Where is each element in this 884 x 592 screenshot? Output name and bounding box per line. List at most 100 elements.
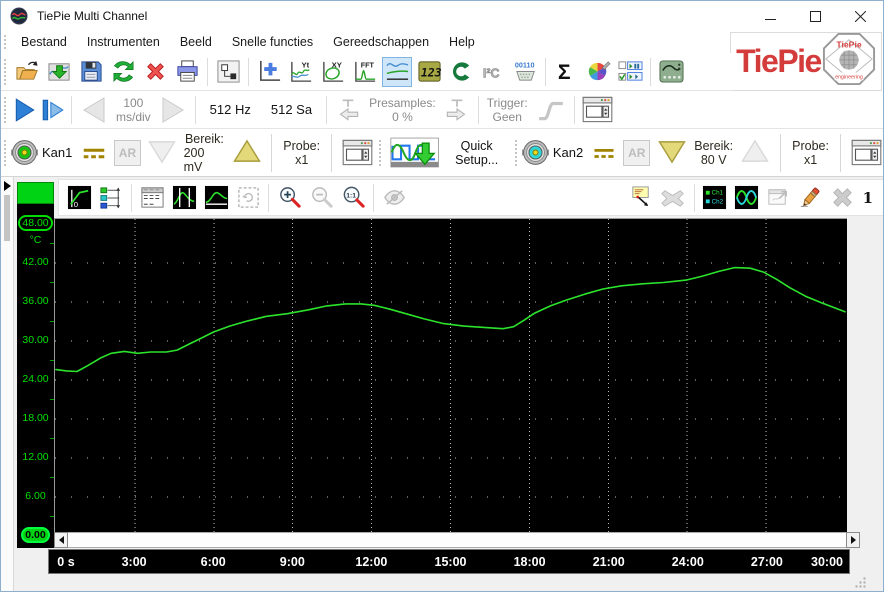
value-table-button[interactable] bbox=[137, 183, 167, 213]
print-button[interactable] bbox=[172, 57, 202, 87]
kan2-range[interactable]: Bereik: 80 V bbox=[694, 139, 733, 167]
fft-graph-button[interactable]: FFT bbox=[350, 57, 380, 87]
maximize-button[interactable] bbox=[793, 1, 838, 31]
x-axis-label: 21:00 bbox=[592, 554, 625, 569]
kan2-range-down-button[interactable] bbox=[656, 139, 688, 166]
minimize-button[interactable] bbox=[748, 1, 793, 31]
add-comment-button[interactable] bbox=[627, 183, 657, 213]
kan1-probe-value: x1 bbox=[295, 152, 309, 167]
timebase-setting[interactable]: 100 ms/div bbox=[116, 96, 151, 124]
graph-plot-area[interactable] bbox=[54, 218, 847, 532]
y-axis-unit: °C bbox=[29, 234, 42, 246]
measure-instrument-button[interactable] bbox=[656, 57, 686, 87]
trigger-label: Trigger: bbox=[486, 95, 528, 110]
menu-snelle-functies[interactable]: Snelle functies bbox=[222, 33, 323, 51]
i2c-monitor-button[interactable]: I²C bbox=[478, 57, 508, 87]
menu-instrumenten[interactable]: Instrumenten bbox=[77, 33, 170, 51]
kan1-range-up-button[interactable] bbox=[231, 139, 262, 166]
toolbar-grip[interactable] bbox=[4, 35, 7, 49]
channel-toolbar: Kan1 AR Bereik: 200 mV Probe: x1 Quick S… bbox=[1, 129, 883, 177]
add-graph-button[interactable] bbox=[254, 57, 284, 87]
x-axis-label: 24:00 bbox=[671, 554, 704, 569]
eraser-button[interactable] bbox=[796, 183, 826, 213]
toolbar-grip[interactable] bbox=[379, 139, 382, 166]
yt-graph-button[interactable]: Yt bbox=[286, 57, 316, 87]
trigger-value: Geen bbox=[492, 109, 522, 124]
kan1-label[interactable]: Kan1 bbox=[42, 145, 72, 160]
window-resize-grip[interactable] bbox=[854, 576, 867, 591]
kan2-probe[interactable]: Probe: x1 bbox=[792, 139, 829, 167]
axis-zero-button[interactable]: 0 bbox=[64, 183, 94, 213]
splitter-handle-icon[interactable] bbox=[4, 195, 10, 241]
tiepie-badge-icon: TiePie engineering bbox=[822, 32, 876, 91]
axis-color-indicator[interactable] bbox=[17, 182, 54, 204]
xy-graph-button[interactable]: XY bbox=[318, 57, 348, 87]
selection-zoom-button bbox=[233, 183, 263, 213]
color-settings-button[interactable] bbox=[583, 57, 613, 87]
instrument-settings-button[interactable] bbox=[581, 95, 614, 124]
channel-offsets-button[interactable] bbox=[96, 183, 126, 213]
trace-colors-button[interactable] bbox=[732, 183, 762, 213]
object-tree-button[interactable] bbox=[213, 57, 243, 87]
sigma-functions-button[interactable]: Σ bbox=[551, 57, 581, 87]
kan1-probe[interactable]: Probe: x1 bbox=[283, 139, 320, 167]
presamples-setting[interactable]: Presamples: 0 % bbox=[369, 96, 436, 124]
left-arrow-icon bbox=[58, 536, 64, 544]
toolbar-grip[interactable] bbox=[4, 96, 7, 123]
zoom-one-one-button[interactable]: 1:1 bbox=[338, 183, 368, 213]
import-data-button[interactable] bbox=[44, 57, 74, 87]
acquisition-toolbar: 100 ms/div 512 Hz 512 Sa Presamples: 0 %… bbox=[1, 91, 883, 129]
y-axis-label: 36.00 bbox=[22, 295, 49, 307]
zoom-in-button[interactable] bbox=[274, 183, 304, 213]
menu-gereedschappen[interactable]: Gereedschappen bbox=[323, 33, 439, 51]
horizontal-scrollbar[interactable] bbox=[54, 532, 860, 548]
menu-beeld[interactable]: Beeld bbox=[170, 33, 222, 51]
kan2-label[interactable]: Kan2 bbox=[553, 145, 583, 160]
scroll-right-button[interactable] bbox=[846, 532, 860, 548]
menu-bestand[interactable]: Bestand bbox=[11, 33, 77, 51]
kan2-coupling-button[interactable] bbox=[591, 143, 617, 163]
kan2-probe-value: x1 bbox=[803, 152, 818, 167]
save-button[interactable] bbox=[76, 57, 106, 87]
close-button[interactable] bbox=[838, 1, 883, 31]
toolbar-grip[interactable] bbox=[514, 139, 518, 166]
kan1-range[interactable]: Bereik: 200 mV bbox=[184, 132, 226, 174]
legend-button[interactable]: Ch1 Ch2 bbox=[700, 183, 730, 213]
sample-rate[interactable]: 512 Hz bbox=[210, 102, 251, 117]
toolbar-grip[interactable] bbox=[4, 139, 7, 166]
kan1-coupling-button[interactable] bbox=[80, 143, 108, 163]
quick-setup-button[interactable]: Quick Setup... bbox=[390, 134, 508, 171]
active-graph-button[interactable] bbox=[382, 56, 412, 87]
gauge-button[interactable] bbox=[446, 57, 476, 87]
refresh-button[interactable] bbox=[108, 57, 138, 87]
kan1-settings-button[interactable] bbox=[341, 138, 374, 167]
toolbar-grip[interactable] bbox=[4, 58, 7, 85]
menu-help[interactable]: Help bbox=[439, 33, 485, 51]
open-file-button[interactable] bbox=[12, 57, 42, 87]
panel-splitter[interactable] bbox=[1, 177, 14, 591]
export-graph-button bbox=[764, 183, 794, 213]
kan1-range-value: 200 mV bbox=[183, 145, 205, 174]
main-toolbar: Yt XY FFT 123 I²C 00110 Σ bbox=[1, 53, 732, 91]
serial-monitor-button[interactable]: 00110 bbox=[510, 57, 540, 87]
x-axis[interactable]: 0 s 3:00 6:00 9:00 12:00 15:00 18:00 21:00 24:00… bbox=[48, 549, 850, 574]
kan2-connector-icon[interactable] bbox=[521, 139, 549, 166]
source-list-button[interactable] bbox=[615, 57, 645, 87]
horizontal-cursors-button[interactable] bbox=[201, 183, 231, 213]
record-length[interactable]: 512 Sa bbox=[271, 102, 312, 117]
right-arrow-icon bbox=[850, 536, 856, 544]
expand-panel-icon[interactable] bbox=[4, 181, 11, 191]
trigger-setting[interactable]: Trigger: Geen bbox=[487, 96, 528, 124]
separator bbox=[194, 95, 196, 124]
scroll-left-button[interactable] bbox=[54, 532, 68, 548]
meter-123-button[interactable]: 123 bbox=[414, 57, 444, 87]
start-measurement-button[interactable] bbox=[13, 97, 37, 123]
vertical-cursors-button[interactable] bbox=[169, 183, 199, 213]
svg-text:FFT: FFT bbox=[360, 61, 374, 70]
delete-button[interactable] bbox=[140, 57, 170, 87]
kan1-connector-icon[interactable] bbox=[11, 139, 38, 166]
kan2-settings-button[interactable] bbox=[850, 138, 883, 167]
scrollbar-track[interactable] bbox=[68, 532, 846, 548]
oneshot-measurement-button[interactable] bbox=[41, 97, 65, 123]
y-axis[interactable]: 48.00 42.00 36.00 30.00 24.00 18.00 12.00 6.00 0… bbox=[17, 204, 54, 548]
